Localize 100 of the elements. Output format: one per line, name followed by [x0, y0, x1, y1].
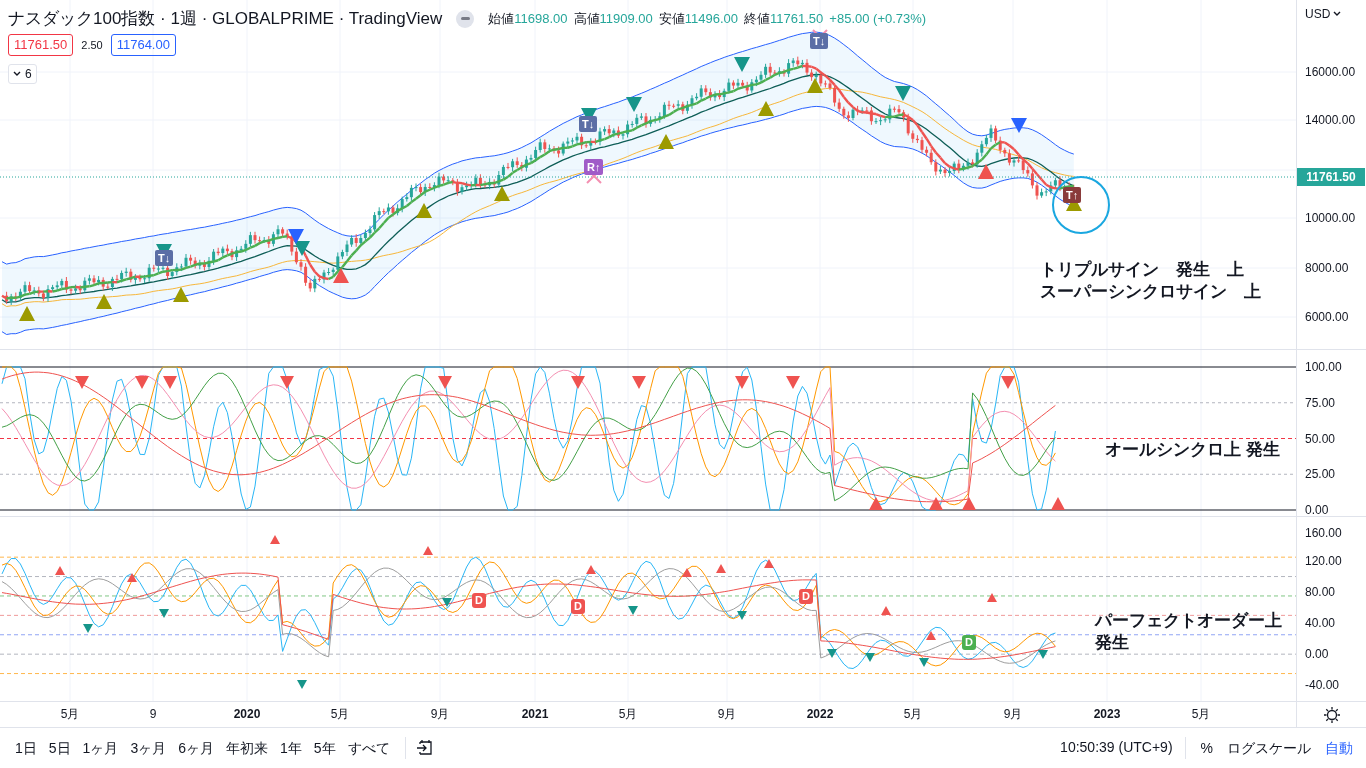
axis-label: 80.00 — [1305, 585, 1336, 600]
time-label: 5月 — [330, 707, 350, 721]
up-triangle-icon — [929, 497, 943, 510]
signal-badge: D — [472, 593, 486, 608]
down-triangle-icon — [297, 680, 307, 689]
time-label: 5月 — [1191, 707, 1211, 721]
up-triangle-icon — [807, 78, 823, 93]
down-triangle-icon — [1011, 118, 1027, 133]
down-triangle-icon — [294, 241, 310, 256]
scale-option-button[interactable]: % — [1197, 735, 1216, 760]
up-triangle-icon — [96, 294, 112, 309]
down-triangle-icon — [280, 376, 294, 389]
range-button[interactable]: 1ヶ月 — [77, 735, 124, 760]
last-price-label: 11761.50 — [1297, 168, 1365, 186]
down-triangle-icon — [786, 376, 800, 389]
axis-label: 160.00 — [1305, 526, 1342, 540]
currency-dropdown[interactable]: USD — [1305, 5, 1342, 23]
range-button[interactable]: 年初来 — [221, 735, 273, 760]
indicators-toggle-button[interactable]: 6 — [8, 64, 37, 84]
up-triangle-icon — [962, 497, 976, 510]
sell-price[interactable]: 11761.50 — [8, 34, 74, 56]
collapse-icon[interactable] — [456, 9, 475, 28]
up-triangle-icon — [682, 568, 692, 577]
up-triangle-icon — [270, 535, 280, 544]
signal-badge: D — [799, 589, 813, 604]
annotation-text: オールシンクロ上 発生 — [1105, 439, 1280, 461]
range-button[interactable]: 6ヶ月 — [173, 735, 219, 760]
axis-label: 40.00 — [1305, 616, 1336, 631]
ohlc-value: 11698.00 — [514, 10, 568, 28]
down-triangle-icon — [865, 653, 875, 662]
down-triangle-icon — [288, 229, 304, 244]
range-button[interactable]: 1日 — [10, 735, 42, 760]
range-button[interactable]: 3ヶ月 — [125, 735, 172, 760]
ohlc-value: 11496.00 — [684, 10, 739, 28]
annotation-text: パーフェクトオーダー上 — [1095, 610, 1282, 632]
time-label: 2020 — [233, 707, 261, 721]
down-triangle-icon — [895, 86, 911, 101]
up-triangle-icon — [978, 164, 994, 179]
ohlc-value: 11909.00 — [599, 10, 653, 28]
settings-icon[interactable] — [1322, 705, 1341, 724]
scale-option-button[interactable]: 自動 — [1322, 735, 1356, 760]
time-label: 5月 — [60, 707, 80, 721]
down-triangle-icon — [628, 606, 638, 615]
axis-label: 0.00 — [1305, 503, 1329, 517]
axis-label: -40.00 — [1305, 678, 1340, 693]
time-label: 5月 — [903, 707, 923, 721]
annotation-text: 発生 — [1095, 632, 1130, 654]
down-triangle-icon — [83, 624, 93, 633]
up-triangle-icon — [586, 565, 596, 574]
scale-option-button[interactable]: ログスケール — [1224, 735, 1314, 760]
signal-badge: T↓ — [155, 250, 174, 266]
axis-label: 100.00 — [1305, 360, 1342, 374]
axis-label: 50.00 — [1305, 431, 1336, 446]
down-triangle-icon — [163, 376, 177, 389]
up-triangle-icon — [19, 306, 35, 321]
clock-text: 10:50:39 (UTC+9) — [1060, 738, 1173, 757]
time-label: 9月 — [717, 707, 737, 721]
axis-label: 10000.00 — [1305, 211, 1356, 225]
axis-label: 120.00 — [1305, 554, 1342, 569]
range-button[interactable]: 5日 — [43, 735, 76, 760]
signal-badge: T↓ — [579, 116, 598, 132]
time-label: 2022 — [806, 707, 834, 721]
time-label: 2023 — [1093, 707, 1121, 721]
down-triangle-icon — [159, 609, 169, 618]
axis-label: 0.00 — [1305, 647, 1329, 662]
up-triangle-icon — [173, 287, 189, 302]
ohlc-value: 11761.50 — [770, 10, 824, 28]
up-triangle-icon — [55, 566, 65, 575]
up-triangle-icon — [658, 134, 674, 149]
buy-price[interactable]: 11764.00 — [110, 34, 176, 56]
up-triangle-icon — [926, 631, 936, 640]
up-triangle-icon — [716, 564, 726, 573]
up-triangle-icon — [987, 593, 997, 602]
down-triangle-icon — [919, 658, 929, 667]
range-button[interactable]: 5年 — [308, 735, 341, 760]
up-triangle-icon — [127, 573, 137, 582]
down-triangle-icon — [75, 376, 89, 389]
time-label: 9 — [149, 707, 157, 721]
down-triangle-icon — [571, 376, 585, 389]
down-triangle-icon — [626, 97, 642, 112]
annotation-text: トリプルサイン 発生 上 — [1040, 259, 1245, 281]
signal-badge: T↑ — [1063, 187, 1082, 203]
down-triangle-icon — [438, 376, 452, 389]
axis-label: 6000.00 — [1305, 310, 1349, 324]
time-label: 9月 — [1003, 707, 1023, 721]
signal-badge: R↑ — [584, 159, 604, 175]
annotation-text: スーパーシンクロサイン 上 — [1040, 281, 1261, 303]
range-button[interactable]: すべて — [342, 735, 395, 760]
up-triangle-icon — [1051, 497, 1065, 510]
time-label: 2021 — [521, 707, 549, 721]
price-change: +85.00 (+0.73%) — [829, 10, 927, 28]
range-button[interactable]: 1年 — [275, 735, 307, 760]
up-triangle-icon — [494, 186, 510, 201]
time-label: 5月 — [618, 707, 638, 721]
date-range-icon[interactable] — [415, 738, 434, 757]
up-triangle-icon — [423, 546, 433, 555]
axis-label: 25.00 — [1305, 467, 1336, 482]
down-triangle-icon — [735, 376, 749, 389]
down-triangle-icon — [1038, 650, 1048, 659]
up-triangle-icon — [764, 559, 774, 568]
